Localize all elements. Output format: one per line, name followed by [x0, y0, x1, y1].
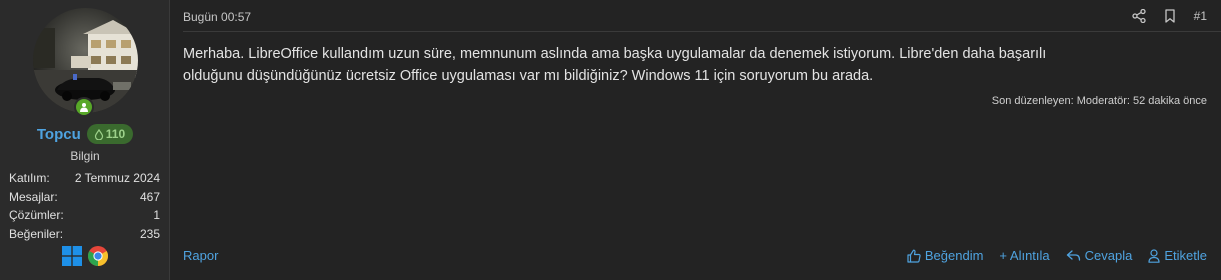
reputation-value: 110 [105, 127, 126, 141]
stat-value: 235 [139, 226, 160, 241]
thumbs-up-icon [907, 249, 921, 263]
post-footer-actions: Beğendim + Alıntıla Cevapla Etiketle [907, 248, 1207, 263]
stat-value: 2 Temmuz 2024 [74, 171, 160, 185]
stat-label: Mesajlar: [9, 189, 58, 204]
stat-value: 467 [139, 189, 160, 204]
header-divider [183, 31, 1221, 32]
stat-row-joined: Katılım: 2 Temmuz 2024 [9, 170, 160, 189]
stat-row-solutions: Çözümler: 1 [9, 207, 160, 226]
quote-label: + Alıntıla [999, 248, 1050, 263]
post-body-line: Merhaba. LibreOffice kullandım uzun süre… [183, 46, 1047, 62]
post-body: Merhaba. LibreOffice kullandım uzun süre… [183, 43, 1203, 87]
post-date-link[interactable]: Bugün 00:57 [183, 10, 251, 24]
post-number-link[interactable]: #1 [1194, 9, 1207, 23]
user-stats: Katılım: 2 Temmuz 2024 Mesajlar: 467 Çöz… [9, 170, 160, 244]
user-title: Bilgin [70, 149, 100, 163]
bookmark-icon[interactable] [1164, 9, 1176, 23]
forum-post: Topcu 110 Bilgin Katılım: 2 Temmuz 2024 … [0, 0, 1221, 280]
post-main: Bugün 00:57 #1 Merhaba. LibreOffice kull… [170, 0, 1221, 280]
online-status-indicator [74, 97, 94, 117]
post-body-line: olduğunu düşündüğünüz ücretsiz Office uy… [183, 68, 874, 84]
stat-label: Katılım: [9, 171, 50, 185]
stat-row-messages: Mesajlar: 467 [9, 189, 160, 208]
user-status-icon [76, 99, 92, 115]
post-header-actions: #1 [1131, 9, 1207, 23]
user-icon [1148, 248, 1160, 263]
stat-row-likes: Beğeniler: 235 [9, 226, 160, 245]
windows-icon [62, 246, 82, 266]
tag-label: Etiketle [1164, 248, 1207, 263]
report-link[interactable]: Rapor [183, 248, 218, 263]
stat-label: Çözümler: [9, 208, 64, 222]
like-label: Beğendim [924, 248, 984, 263]
reply-icon [1066, 250, 1080, 261]
reply-label: Cevapla [1084, 248, 1133, 263]
stat-label: Beğeniler: [9, 226, 64, 241]
user-info-sidebar: Topcu 110 Bilgin Katılım: 2 Temmuz 2024 … [0, 0, 170, 280]
tag-button[interactable]: Etiketle [1148, 248, 1207, 263]
username-row: Topcu 110 [0, 124, 170, 144]
share-icon[interactable] [1131, 9, 1146, 23]
stat-value: 1 [153, 208, 160, 222]
last-edited-note: Son düzenleyen: Moderatör: 52 dakika önc… [991, 95, 1207, 107]
username-link[interactable]: Topcu [37, 126, 81, 143]
reply-button[interactable]: Cevapla [1066, 248, 1133, 263]
chrome-icon [88, 246, 108, 266]
reputation-badge[interactable]: 110 [86, 124, 134, 144]
drop-icon [94, 128, 103, 140]
quote-button[interactable]: + Alıntıla [999, 248, 1049, 263]
like-button[interactable]: Beğendim [907, 248, 984, 263]
user-system-icons [0, 246, 170, 266]
